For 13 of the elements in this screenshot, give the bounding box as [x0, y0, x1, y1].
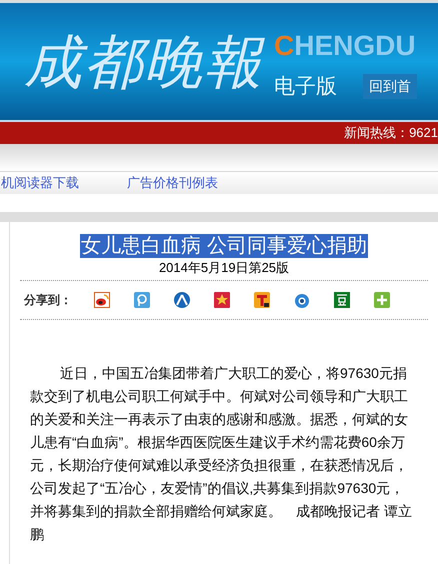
share-label: 分享到：: [24, 292, 73, 309]
edition-label: 电子版: [274, 76, 337, 97]
home-button[interactable]: 回到首: [363, 74, 417, 99]
article-body: 近日，中国五冶集团带着广大职工的爱心，将97630元捐款交到了机电公司职工何斌手中。何斌对公司领导和广大职工的关爱和关注一再表示了由衷的感谢和感激。据悉，何斌的女儿患有“白血病”。根据华西医院医生建议手术约需花费60余万元，长期治疗使何斌难以承受经济负担很重，在获悉情况后，公司发起了“五冶心，友爱情”的倡议,共募集到捐款97630元，并将募集到的捐款全部捐赠给何斌家庭。 成都晚报记者 谭立鹏: [30, 364, 412, 544]
nav-link[interactable]: 机阅读器下载: [1, 173, 79, 193]
newspaper-logo: 成都晚報: [24, 32, 264, 90]
article-title: 女儿患白血病 公司同事爱心捐助: [80, 234, 368, 258]
nav-link[interactable]: 广告价格刊例表: [127, 173, 218, 193]
brand-wordmark: CHENGDU: [274, 32, 417, 60]
eye-icon[interactable]: [294, 292, 310, 308]
publish-date: 2014年5月19日第25版: [158, 259, 290, 277]
star-icon[interactable]: [214, 292, 230, 308]
hotline-text: 新闻热线：9621: [344, 124, 438, 142]
